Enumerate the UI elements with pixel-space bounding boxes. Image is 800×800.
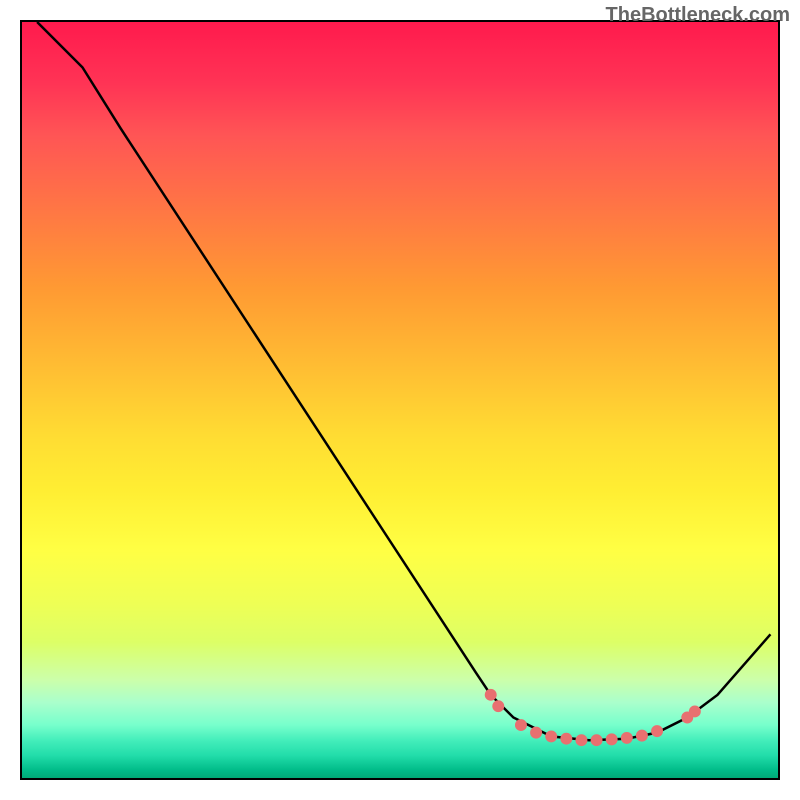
data-marker xyxy=(515,719,527,731)
data-marker xyxy=(689,705,701,717)
data-marker xyxy=(621,732,633,744)
data-marker xyxy=(606,733,618,745)
data-marker xyxy=(575,734,587,746)
data-marker xyxy=(560,733,572,745)
data-marker xyxy=(636,730,648,742)
chart-svg xyxy=(22,22,778,778)
data-marker xyxy=(651,725,663,737)
watermark-text: TheBottleneck.com xyxy=(606,4,790,27)
data-marker xyxy=(545,730,557,742)
data-marker xyxy=(591,734,603,746)
data-marker xyxy=(492,700,504,712)
plot-area xyxy=(20,20,780,780)
data-marker xyxy=(530,727,542,739)
chart-container: TheBottleneck.com xyxy=(0,0,800,800)
curve-line xyxy=(37,22,770,740)
data-marker xyxy=(485,689,497,701)
data-markers xyxy=(485,689,701,746)
